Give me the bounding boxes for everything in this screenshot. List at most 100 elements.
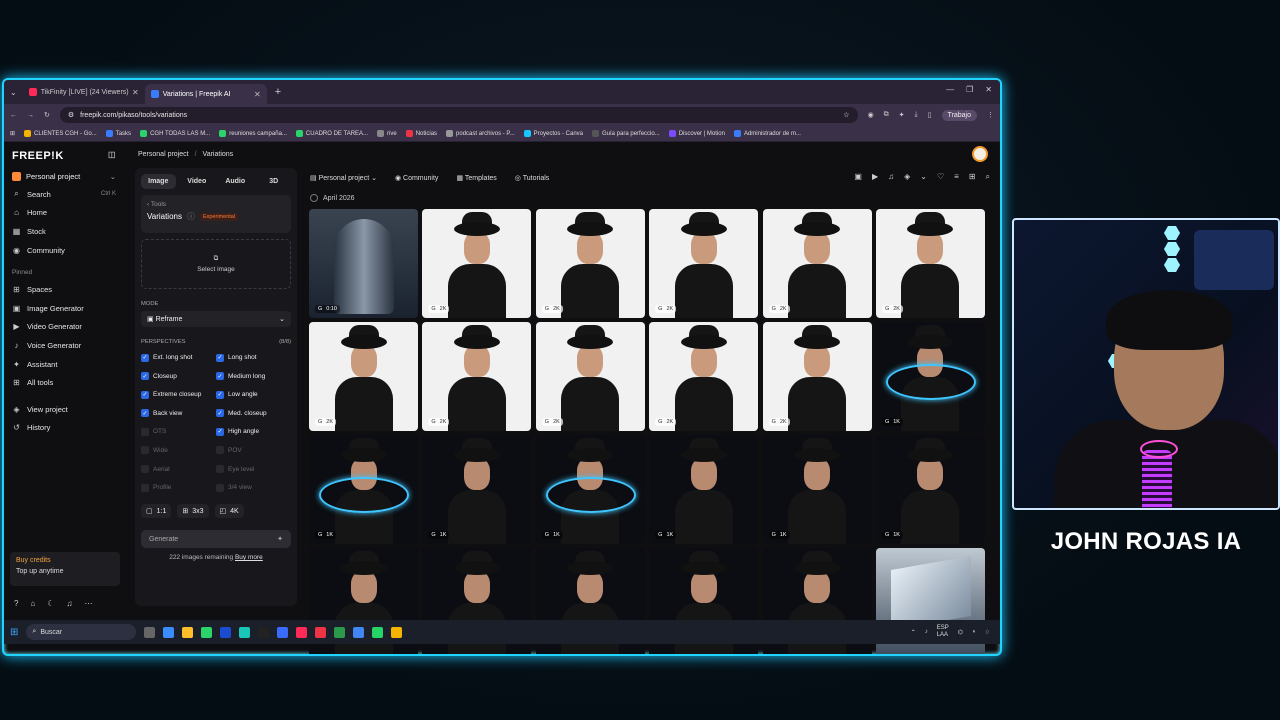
sidebar-icon[interactable]: ▯ [928, 111, 932, 119]
extension-icon[interactable]: ⧉ [884, 111, 889, 119]
gallery-image[interactable]: G 2K [762, 322, 872, 431]
perspective-checkbox[interactable]: 3/4 view [216, 481, 291, 494]
obs-icon[interactable] [258, 626, 270, 638]
forward-icon[interactable]: → [27, 112, 34, 119]
perspective-checkbox[interactable]: POV [216, 444, 291, 457]
tools-back-link[interactable]: ‹ Tools [147, 201, 285, 208]
project-selector[interactable]: Personal project ⌄ [12, 172, 116, 181]
buy-credits-card[interactable]: Buy credits Top up anytime [10, 552, 120, 586]
image-filter-icon[interactable]: ▣ [854, 172, 862, 182]
generate-button[interactable]: Generate ✦ [141, 530, 291, 549]
perspective-checkbox[interactable]: OTS [141, 425, 216, 438]
sidebar-item-voice-generator[interactable]: ♪ Voice Generator [12, 336, 116, 355]
sidebar-item-stock[interactable]: ▦ Stock [12, 222, 116, 241]
bookmark-item[interactable]: CLIENTES CGH - Go... [24, 130, 97, 137]
bookmark-item[interactable]: rive [377, 130, 397, 137]
grid-view-icon[interactable]: ⊞ [969, 172, 976, 182]
close-icon[interactable]: ✕ [132, 88, 139, 97]
heart-icon[interactable]: ♡ [937, 172, 944, 182]
menu-icon[interactable]: ⋮ [987, 111, 994, 119]
gallery-image[interactable]: G 2K [309, 322, 418, 431]
file-explorer-icon[interactable] [182, 626, 194, 638]
more-icon[interactable]: ⋯ [84, 599, 92, 608]
info-icon[interactable]: ⓘ [187, 211, 195, 222]
tab-video[interactable]: Video [180, 174, 215, 189]
tutorials-link[interactable]: ◎ Tutorials [515, 174, 550, 182]
taskbar-search[interactable]: ⌕ Buscar [26, 624, 137, 640]
gallery-image[interactable]: G 1K [422, 435, 532, 544]
perspective-checkbox[interactable]: ✓ Closeup [141, 370, 216, 383]
camera-icon[interactable]: ◉ [868, 111, 874, 119]
gallery-image[interactable]: G 1K [875, 322, 985, 431]
chevron-down-icon[interactable]: ⌄ [920, 172, 927, 182]
gallery-image[interactable]: G 2K [422, 209, 532, 318]
perspective-checkbox[interactable]: ✓ Back view [141, 407, 216, 420]
chevron-up-icon[interactable]: ⌃ [911, 629, 916, 636]
sliders-icon[interactable]: ≡ [954, 172, 959, 182]
theme-icon[interactable]: ☾ [47, 599, 54, 608]
tab-tikfinity[interactable]: TikFinity [LIVE] (24 Viewers) ✕ [23, 83, 145, 101]
url-field[interactable]: ⚙ freepik.com/pikaso/tools/variations ☆ [59, 107, 858, 123]
task-view-icon[interactable] [144, 626, 156, 638]
bookmark-item[interactable]: Discover | Motion [668, 130, 725, 137]
search-icon[interactable]: ⌕ [986, 172, 990, 182]
bookmark-item[interactable]: podcast archivos - P... [446, 130, 515, 137]
gallery-image[interactable]: G 1K [535, 435, 645, 544]
audio-filter-icon[interactable]: ♫ [888, 172, 894, 182]
app-icon[interactable] [315, 626, 327, 638]
mode-select[interactable]: ▣ Reframe ⌄ [141, 311, 291, 327]
logo[interactable]: FREEP!K ◫ [12, 150, 116, 162]
mic-icon[interactable]: ♪ [925, 629, 928, 635]
gallery-image[interactable]: G 1K [875, 435, 985, 544]
tab-menu-icon[interactable]: ⌄ [10, 88, 17, 97]
bell-icon[interactable]: ♢ [985, 629, 990, 636]
perspective-checkbox[interactable]: ✓ Low angle [216, 388, 291, 401]
quality-button[interactable]: ◰ 4K [214, 504, 244, 519]
aspect-ratio-button[interactable]: ▢ 1:1 [141, 504, 172, 519]
gallery-image[interactable]: G 2K [535, 209, 645, 318]
language-indicator[interactable]: ESP LAA [937, 625, 949, 639]
steam-icon[interactable] [220, 626, 232, 638]
collapse-icon[interactable]: ◫ [108, 150, 116, 162]
help-icon[interactable]: ? [14, 599, 18, 608]
video-filter-icon[interactable]: ▶ [872, 172, 878, 182]
puzzle-icon[interactable]: ✦ [899, 111, 905, 119]
network-icon[interactable]: ⌬ [958, 629, 963, 636]
sidebar-item-home[interactable]: ⌂ Home [12, 204, 116, 223]
maximize-icon[interactable]: ❐ [966, 85, 973, 94]
tool-info[interactable]: ‹ Tools Variations ⓘ Experimental [141, 195, 291, 233]
sidebar-item-assistant[interactable]: ✦ Assistant [12, 355, 116, 374]
download-icon[interactable]: ⤓ [915, 111, 918, 119]
sidebar-item-history[interactable]: ↺ History [12, 419, 116, 438]
bookmark-item[interactable]: reuniones campaña... [219, 130, 287, 137]
app-icon[interactable] [201, 626, 213, 638]
perspective-checkbox[interactable]: Profile [141, 481, 216, 494]
perspective-checkbox[interactable]: Wide [141, 444, 216, 457]
breadcrumb-project[interactable]: Personal project [138, 151, 189, 158]
minimize-icon[interactable]: — [946, 85, 954, 94]
gallery-image[interactable]: G 2K [649, 209, 759, 318]
sidebar-item-video-generator[interactable]: ▶ Video Generator [12, 318, 116, 337]
profile-button[interactable]: Trabajo [941, 109, 977, 121]
gallery-image[interactable]: G 1K [309, 435, 418, 544]
bookmark-item[interactable]: Guía para perfeccio... [592, 130, 660, 137]
learn-icon[interactable]: ⌂ [30, 599, 35, 608]
volume-icon[interactable]: ◖ [972, 629, 976, 635]
perspective-checkbox[interactable]: ✓ Extreme closeup [141, 388, 216, 401]
gallery-image[interactable]: G 1K [649, 435, 759, 544]
site-info-icon[interactable]: ⚙ [68, 111, 74, 119]
star-icon[interactable]: ☆ [843, 111, 849, 119]
tab-audio[interactable]: Audio [218, 174, 253, 189]
grid-size-button[interactable]: ⊞ 3x3 [177, 504, 209, 519]
gallery-image[interactable]: G 0:10 [309, 209, 418, 318]
gallery-image[interactable]: G 2K [762, 209, 872, 318]
bookmark-item[interactable]: Noticias [405, 130, 437, 137]
apps-icon[interactable]: ⊞ [10, 130, 15, 137]
perspective-checkbox[interactable]: ✓ Med. closeup [216, 407, 291, 420]
sidebar-item-image-generator[interactable]: ▣ Image Generator [12, 299, 116, 318]
close-window-icon[interactable]: ✕ [985, 85, 992, 94]
app-icon[interactable] [277, 626, 289, 638]
reload-icon[interactable]: ↻ [44, 111, 50, 119]
app-icon[interactable] [334, 626, 346, 638]
bookmark-item[interactable]: CGH TODAS LAS M... [140, 130, 210, 137]
